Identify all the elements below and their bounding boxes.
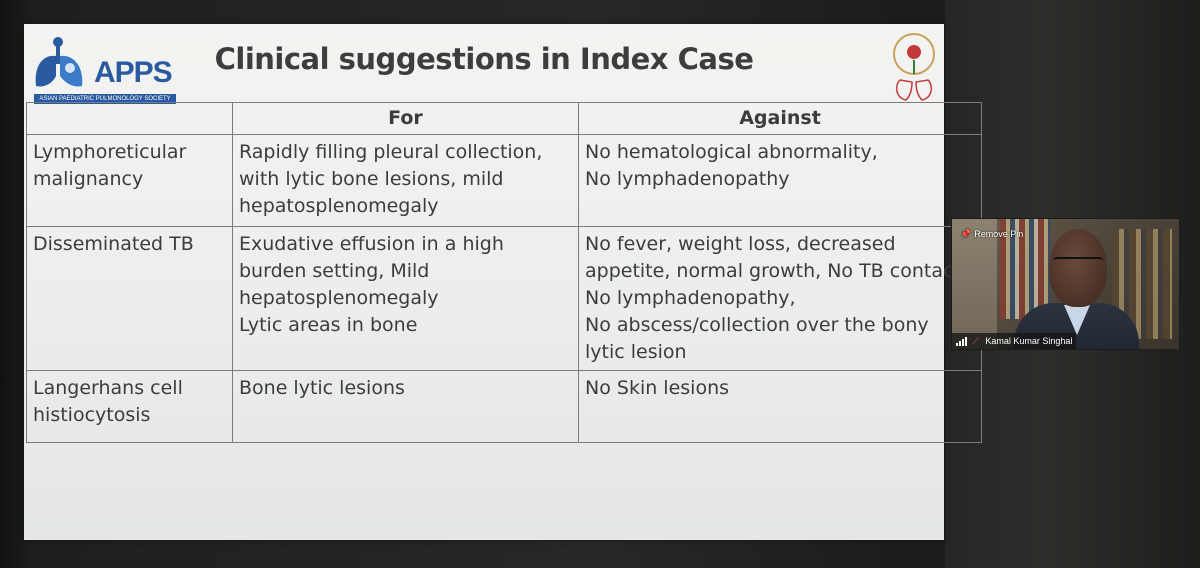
- cell-text: hepatosplenomegaly: [239, 195, 439, 217]
- participant-video-tile[interactable]: 📌 Remove Pin ⟋ Kamal Kumar Singhal: [951, 218, 1180, 350]
- signal-bars-icon: [956, 337, 967, 347]
- cell-text: No hematological abnormality,: [585, 141, 878, 163]
- cell-text: hepatosplenomegaly: [239, 287, 439, 309]
- for-cell: Bone lytic lesions: [232, 370, 579, 443]
- participant-name-bar: ⟋ Kamal Kumar Singhal: [952, 333, 1077, 349]
- cell-text: No lymphadenopathy,: [585, 287, 796, 309]
- apps-logo: APPS ASIAN PAEDIATRIC PULMONOLOGY SOCIET…: [30, 32, 176, 104]
- presentation-slide: APPS ASIAN PAEDIATRIC PULMONOLOGY SOCIET…: [24, 24, 982, 540]
- table-row: Langerhans cell histiocytosis Bone lytic…: [26, 370, 982, 443]
- remove-pin-label: Remove Pin: [974, 229, 1024, 239]
- against-cell: No Skin lesions: [578, 370, 982, 443]
- apps-logo-text: APPS: [94, 56, 173, 89]
- table-header-row: For Against: [26, 102, 982, 135]
- cell-text: No abscess/collection over the bony: [585, 314, 929, 336]
- cell-text: with lytic bone lesions, mild: [239, 168, 504, 190]
- participant-name: Kamal Kumar Singhal: [985, 336, 1073, 346]
- iap-logo: [890, 30, 938, 104]
- cell-text: Lymphoreticular: [33, 141, 187, 163]
- lungs-logo-icon: [35, 37, 83, 87]
- cell-text: malignancy: [33, 168, 144, 190]
- pin-icon: 📌: [960, 229, 972, 239]
- cell-text: burden setting, Mild: [239, 260, 430, 282]
- cell-text: histiocytosis: [33, 404, 151, 426]
- for-cell: Exudative effusion in a high burden sett…: [232, 226, 579, 371]
- cell-text: lytic lesion: [585, 341, 687, 363]
- condition-cell: Disseminated TB: [26, 226, 233, 371]
- cell-text: Bone lytic lesions: [239, 377, 405, 399]
- header-against: Against: [578, 102, 982, 135]
- cell-text: Lytic areas in bone: [239, 314, 418, 336]
- slide-title: Clinical suggestions in Index Case: [214, 42, 754, 76]
- mic-muted-icon: ⟋: [972, 336, 979, 346]
- cell-text: No lymphadenopathy: [585, 168, 790, 190]
- against-cell: No hematological abnormality, No lymphad…: [578, 134, 982, 227]
- cell-text: Rapidly filling pleural collection,: [239, 141, 543, 163]
- cell-text: Disseminated TB: [33, 233, 194, 255]
- cell-text: Langerhans cell: [33, 377, 183, 399]
- for-cell: Rapidly filling pleural collection, with…: [232, 134, 579, 227]
- cell-text: No Skin lesions: [585, 377, 730, 399]
- header-for: For: [232, 102, 579, 135]
- against-cell: No fever, weight loss, decreased appetit…: [578, 226, 982, 371]
- cell-text: No fever, weight loss, decreased: [585, 233, 896, 255]
- cell-text: appetite, normal growth, No TB contact,: [585, 260, 967, 282]
- clinical-suggestions-table: For Against Lymphoreticular malignancy R…: [26, 102, 982, 443]
- iap-emblem-icon: [893, 33, 935, 101]
- cell-text: Exudative effusion in a high: [239, 233, 504, 255]
- header-condition: [26, 102, 233, 135]
- participant-glasses: [1053, 257, 1103, 269]
- remove-pin-button[interactable]: 📌 Remove Pin: [960, 229, 1023, 240]
- condition-cell: Langerhans cell histiocytosis: [26, 370, 233, 443]
- table-row: Lymphoreticular malignancy Rapidly filli…: [26, 134, 982, 227]
- condition-cell: Lymphoreticular malignancy: [26, 134, 233, 227]
- table-row: Disseminated TB Exudative effusion in a …: [26, 226, 982, 371]
